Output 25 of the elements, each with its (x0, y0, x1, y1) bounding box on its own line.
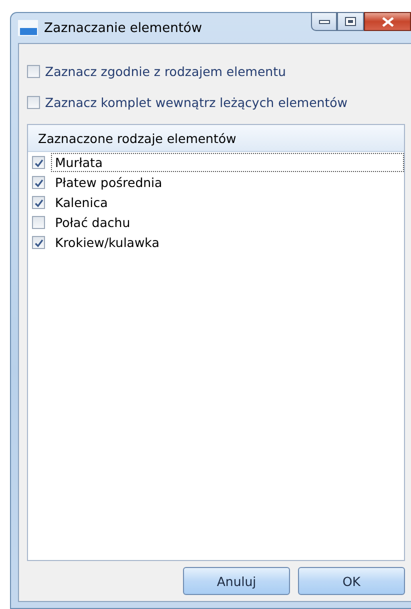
minimize-button[interactable] (311, 12, 337, 31)
list-item[interactable]: Krokiew/kulawka (51, 232, 404, 252)
option-label: Zaznacz zgodnie z rodzajem elementu (45, 64, 286, 79)
checkbox[interactable] (27, 65, 40, 78)
checkbox[interactable] (32, 196, 45, 208)
window-title: Zaznaczanie elementów (44, 20, 204, 36)
app-icon (18, 20, 38, 36)
list-header: Zaznaczone rodzaje elementów (28, 125, 404, 152)
list-item[interactable]: Kalenica (51, 192, 404, 212)
checkbox[interactable] (32, 236, 45, 248)
list-item[interactable]: Murłata (51, 152, 404, 172)
close-button[interactable] (364, 12, 411, 31)
checkbox[interactable] (32, 156, 45, 168)
list-item[interactable]: Płatew pośrednia (51, 172, 404, 192)
close-icon (382, 16, 394, 26)
option-label: Zaznacz komplet wewnątrz leżących elementów (45, 95, 348, 110)
checkbox[interactable] (32, 176, 45, 188)
maximize-button[interactable] (337, 12, 364, 31)
list-item[interactable]: Połać dachu (51, 212, 404, 232)
checkbox[interactable] (32, 216, 45, 228)
maximize-icon (345, 17, 356, 26)
checkbox[interactable] (27, 96, 40, 109)
dialog-button[interactable]: OK (298, 567, 405, 595)
minimize-icon (318, 20, 330, 24)
dialog-button[interactable]: Anuluj (183, 567, 290, 595)
